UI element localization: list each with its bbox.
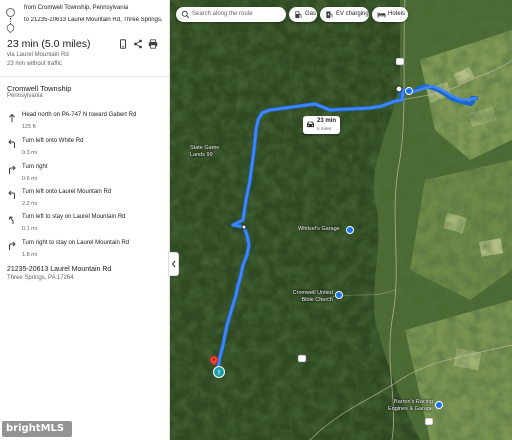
- chip-label: EV charging: [336, 10, 369, 17]
- send-to-phone-icon[interactable]: [118, 39, 128, 49]
- turn-right-icon: [9, 165, 16, 174]
- destination-pin-icon: [6, 24, 15, 33]
- origin-name: Cromwell Township: [7, 84, 72, 93]
- hotels-chip[interactable]: Hotels: [372, 7, 408, 22]
- whitsels-garage-label[interactable]: Whitsel's Garage: [298, 226, 340, 232]
- step-instruction: Turn right: [22, 164, 48, 170]
- racing-garage-label[interactable]: Barron's Racing Engines & Garage: [387, 399, 433, 413]
- chip-label: Gas: [305, 10, 317, 17]
- origin-marker[interactable]: [395, 85, 403, 93]
- ev-charging-chip[interactable]: EV charging: [320, 7, 369, 22]
- whitsels-garage-marker[interactable]: [346, 226, 354, 234]
- divider: [0, 76, 169, 77]
- step-distance: 1.8 mi: [22, 252, 37, 258]
- hotel-icon: [377, 12, 386, 18]
- search-placeholder: Search along the route: [192, 10, 253, 17]
- watermark: brightMLS: [2, 421, 72, 437]
- search-along-route-input[interactable]: Search along the route: [176, 7, 286, 22]
- state-game-lands-label[interactable]: State Game Lands 99: [190, 145, 230, 159]
- share-icon[interactable]: [133, 39, 143, 49]
- straight-arrow-icon: [8, 113, 16, 122]
- route-without-traffic: 23 min without traffic: [7, 61, 62, 67]
- turn-right-icon: [9, 241, 16, 250]
- step-distance: 0.1 mi: [22, 226, 37, 232]
- turn-left-icon: [8, 190, 15, 199]
- direction-step[interactable]: Turn left to stay on Laurel Mountain Rd …: [0, 214, 169, 240]
- destination-name: 21235-20613 Laurel Mountain Rd: [7, 266, 112, 273]
- step-distance: 2.2 mi: [22, 201, 37, 207]
- slight-left-icon: [8, 216, 14, 224]
- church-marker[interactable]: [335, 291, 343, 299]
- chevron-left-icon: [171, 260, 176, 268]
- destination-marker-dot: [212, 358, 216, 361]
- step-distance: 0.6 mi: [22, 176, 37, 182]
- direction-step[interactable]: Turn left onto Laurel Mountain Rd 2.2 mi: [0, 189, 169, 215]
- print-icon[interactable]: [148, 39, 158, 49]
- step-instruction: Turn left onto Laurel Mountain Rd: [22, 189, 112, 195]
- route-via: via Laurel Mountain Rd: [7, 52, 69, 58]
- gas-station-icon: [295, 11, 302, 19]
- gas-chip[interactable]: Gas: [289, 7, 317, 22]
- step-instruction: Head north on PA-747 N toward Gabert Rd: [22, 112, 137, 118]
- directions-panel: from Cromwell Township, Pennsylvania to …: [0, 0, 170, 440]
- streetview-marker-glyph: !: [218, 370, 220, 377]
- ev-charging-icon: [326, 11, 333, 19]
- route-distance: 5 miles: [317, 126, 332, 131]
- destination-city: Three Springs, PA 17264: [7, 275, 74, 281]
- collapse-panel-button[interactable]: [168, 252, 179, 276]
- poi-marker[interactable]: [405, 87, 413, 95]
- direction-step[interactable]: Turn right to stay on Laurel Mountain Rd…: [0, 240, 169, 266]
- racing-garage-marker[interactable]: [435, 401, 443, 409]
- route-from[interactable]: from Cromwell Township, Pennsylvania: [24, 5, 128, 11]
- step-distance: 125 ft: [22, 124, 36, 130]
- car-icon: [306, 121, 315, 128]
- route-time-badge[interactable]: 23 min 5 miles: [303, 116, 340, 134]
- route-summary: 23 min (5.0 miles): [7, 38, 91, 50]
- watermark-text: brightMLS: [6, 423, 65, 434]
- search-icon: [181, 10, 190, 19]
- route-time: 23 min: [317, 118, 337, 124]
- route-to[interactable]: to 21235-20613 Laurel Mountain Rd, Three…: [24, 17, 164, 23]
- satellite-map[interactable]: !: [170, 0, 512, 440]
- waypoint-marker: [241, 224, 247, 230]
- step-instruction: Turn left to stay on Laurel Mountain Rd: [22, 214, 126, 220]
- origin-dot-icon: [6, 8, 15, 17]
- step-instruction: Turn left onto White Rd: [22, 138, 84, 144]
- step-instruction: Turn right to stay on Laurel Mountain Rd: [22, 240, 130, 246]
- origin-state: Pennsylvania: [7, 93, 43, 99]
- chip-label: Hotels: [388, 10, 406, 17]
- direction-step[interactable]: Head north on PA-747 N toward Gabert Rd …: [0, 112, 169, 138]
- step-distance: 0.3 mi: [22, 150, 37, 156]
- direction-step[interactable]: Turn left onto White Rd 0.3 mi: [0, 138, 169, 164]
- direction-step[interactable]: Turn right 0.6 mi: [0, 164, 169, 190]
- church-label[interactable]: Cromwell United Bible Church: [287, 290, 333, 304]
- turn-left-icon: [8, 139, 15, 148]
